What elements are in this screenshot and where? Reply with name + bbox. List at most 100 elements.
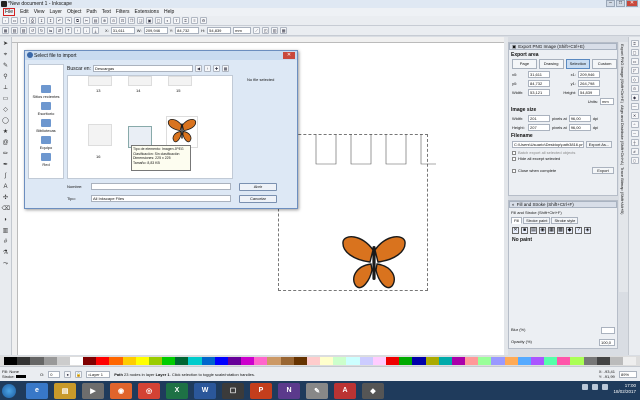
taskbar-powerpoint-icon[interactable]: P [250, 382, 272, 399]
export-as-button[interactable]: Export As... [586, 141, 612, 148]
palette-swatch[interactable] [478, 357, 492, 365]
palette-swatch[interactable] [56, 357, 70, 365]
palette-swatch[interactable] [583, 357, 597, 365]
align-icon[interactable]: ≡ [191, 17, 198, 24]
palette-swatch[interactable] [122, 357, 136, 365]
file-thumb-butterfly[interactable] [166, 116, 198, 148]
radial-gradient-icon[interactable]: ◉ [539, 227, 546, 234]
pen-tool-icon[interactable]: ✒ [2, 161, 10, 169]
dpi-field-2[interactable]: 96,00 [568, 124, 591, 131]
clone-icon[interactable]: ❏ [137, 17, 144, 24]
star-tool-icon[interactable]: ★ [2, 128, 10, 136]
palette-swatch[interactable] [465, 357, 479, 365]
taskbar-inkscape-icon[interactable]: ◆ [362, 382, 384, 399]
tab-stroke-paint[interactable]: Stroke paint [523, 217, 551, 224]
file-thumb-14[interactable] [128, 76, 152, 86]
open-icon[interactable]: ▭ [11, 17, 18, 24]
area-width-field[interactable]: 53,121 [528, 89, 550, 96]
up-folder-icon[interactable]: ↑ [204, 65, 211, 72]
y1-field[interactable]: 264,798 [578, 80, 600, 87]
h-field[interactable]: 54,839 [207, 27, 232, 34]
palette-swatch[interactable] [83, 357, 97, 365]
units-select[interactable]: mm [600, 98, 614, 105]
flat-color-icon[interactable]: ■ [521, 227, 528, 234]
import-icon[interactable]: ↧ [38, 17, 45, 24]
x-field[interactable]: 31,611 [110, 27, 135, 34]
palette-swatch[interactable] [530, 357, 545, 365]
zoom-tool-icon[interactable]: ⚲ [2, 73, 10, 81]
cancel-button[interactable]: Cancelar [239, 195, 277, 203]
snap-midpoints-icon[interactable]: ◇ [630, 76, 639, 83]
nav-recent[interactable]: Sitios recientes [29, 85, 63, 99]
tray-lang-icon[interactable] [582, 384, 588, 390]
menu-help[interactable]: Help [164, 9, 174, 15]
print-icon[interactable]: ⎙ [29, 17, 36, 24]
rotate-cw-icon[interactable]: ↻ [38, 27, 45, 34]
palette-swatch[interactable] [438, 357, 452, 365]
palette-swatch[interactable] [399, 357, 413, 365]
mesh-tool-icon[interactable]: # [2, 238, 10, 246]
ungroup-icon[interactable]: ▢ [155, 17, 162, 24]
close-when-complete-option[interactable]: Close when complete [512, 168, 556, 173]
tray-volume-icon[interactable] [602, 384, 608, 390]
palette-swatch[interactable] [162, 357, 176, 365]
taskbar-explorer-icon[interactable]: ▤ [54, 382, 76, 399]
text-tool-icon[interactable]: A [2, 183, 10, 191]
menu-object[interactable]: Object [67, 9, 81, 15]
snap-guide-icon[interactable]: ┼ [630, 139, 639, 146]
connector-tool-icon[interactable]: ⤳ [2, 260, 10, 268]
zoom-page-icon[interactable]: ⊡ [119, 17, 126, 24]
palette-swatch[interactable] [504, 357, 518, 365]
rect-tool-icon[interactable]: ▭ [2, 95, 10, 103]
blur-field[interactable] [601, 327, 615, 334]
selector-tool-icon[interactable]: ➤ [2, 40, 10, 48]
palette-swatch[interactable] [346, 357, 360, 365]
image-width-field[interactable]: 201 [528, 115, 550, 122]
snap-center-icon[interactable]: ⊙ [630, 85, 639, 92]
palette-swatch[interactable] [425, 357, 439, 365]
tray-network-icon[interactable] [592, 384, 598, 390]
undo-icon[interactable]: ↶ [56, 17, 63, 24]
nav-libraries[interactable]: Bibliotecas [29, 119, 63, 133]
palette-swatch[interactable] [43, 357, 57, 365]
hide-except-checkbox[interactable] [512, 156, 516, 161]
palette-swatch[interactable] [214, 357, 228, 365]
palette-swatch[interactable] [254, 357, 268, 365]
palette-swatch[interactable] [412, 357, 426, 365]
zoom-selection-icon[interactable]: ⊕ [101, 17, 108, 24]
tab-stroke-style[interactable]: Stroke style [551, 217, 579, 224]
palette-swatch[interactable] [491, 357, 505, 365]
palette-swatch[interactable] [609, 357, 624, 365]
taskbar-onenote-icon[interactable]: N [278, 382, 300, 399]
dock-tab-align[interactable]: Align and Distribute (Shift+Ctrl+A) [620, 105, 625, 165]
snap-nodes-icon[interactable]: ◆ [630, 94, 639, 101]
move-gradient-icon[interactable]: ▥ [271, 27, 279, 34]
snap-cusp-icon[interactable]: ^ [630, 121, 639, 128]
scale-stroke-icon[interactable]: ⟋ [253, 27, 261, 34]
nav-network[interactable]: Red [29, 153, 63, 167]
spiral-tool-icon[interactable]: @ [2, 139, 10, 147]
palette-swatch[interactable] [30, 357, 44, 365]
text-font-icon[interactable]: T [173, 17, 180, 24]
hide-except-option[interactable]: Hide all except selected [512, 156, 614, 161]
flip-h-icon[interactable]: ⇋ [47, 27, 54, 34]
open-button[interactable]: Abrir [239, 183, 277, 191]
select-all-layers-icon[interactable]: ▧ [11, 27, 18, 34]
y-field[interactable]: 84,732 [175, 27, 200, 34]
snap-grid-icon[interactable]: # [630, 148, 639, 155]
taskbar-chrome-icon[interactable]: ◎ [138, 382, 160, 399]
save-icon[interactable]: ▪ [20, 17, 27, 24]
palette-swatch[interactable] [280, 357, 294, 365]
flip-v-icon[interactable]: ⇵ [56, 27, 63, 34]
no-paint-icon[interactable]: ✕ [512, 227, 519, 234]
palette-swatch[interactable] [17, 357, 31, 365]
calligraphy-tool-icon[interactable]: ∫ [2, 172, 10, 180]
file-name-input[interactable] [91, 183, 231, 190]
palette-swatch[interactable] [320, 357, 334, 365]
lower-icon[interactable]: ↓ [83, 27, 90, 34]
file-thumb-13[interactable] [88, 76, 112, 86]
fill-stroke-icon[interactable]: ◐ [164, 17, 171, 24]
export-custom-button[interactable]: Custom [592, 59, 617, 69]
zoom-drawing-icon[interactable]: ⊙ [110, 17, 117, 24]
export-button[interactable]: Export [592, 167, 614, 174]
